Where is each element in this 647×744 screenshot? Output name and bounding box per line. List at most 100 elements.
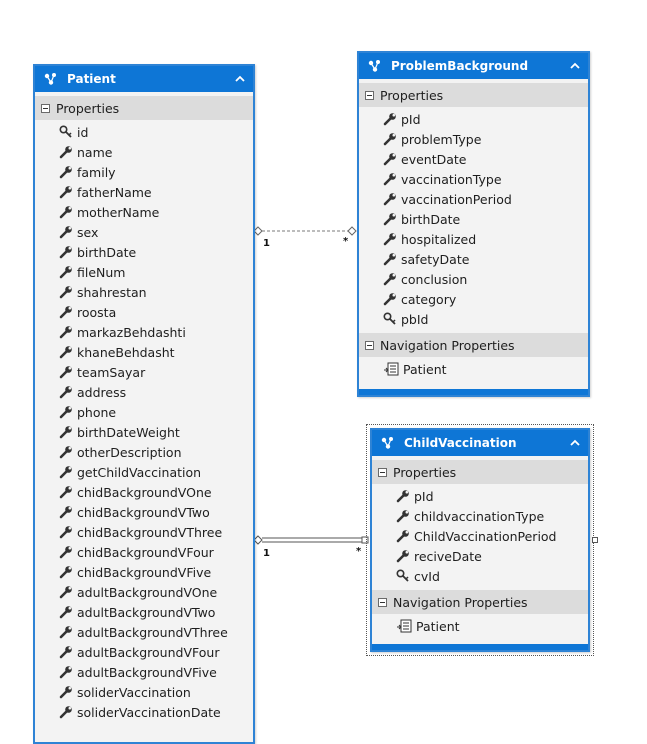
property-item[interactable]: soliderVaccinationDate xyxy=(35,702,253,722)
property-item[interactable]: chidBackgroundVFive xyxy=(35,562,253,582)
navigation-section-header[interactable]: Navigation Properties xyxy=(372,590,588,614)
collapse-chevron-icon[interactable] xyxy=(570,439,580,447)
property-item[interactable]: problemType xyxy=(359,129,588,149)
property-list: pId problemType eventDate vaccinationType va… xyxy=(359,107,588,329)
wrench-icon xyxy=(383,213,396,226)
key-property-item[interactable]: cvId xyxy=(372,566,588,586)
property-item[interactable]: fatherName xyxy=(35,182,253,202)
property-name: reciveDate xyxy=(414,548,482,564)
wrench-icon xyxy=(59,446,72,459)
property-item[interactable]: adultBackgroundVTwo xyxy=(35,602,253,622)
property-name: vaccinationType xyxy=(401,171,502,187)
property-item[interactable]: conclusion xyxy=(359,269,588,289)
property-item[interactable]: hospitalized xyxy=(359,229,588,249)
collapse-toggle-icon[interactable] xyxy=(365,90,374,100)
property-item[interactable]: safetyDate xyxy=(359,249,588,269)
wrench-icon xyxy=(59,266,72,279)
property-item[interactable]: reciveDate xyxy=(372,546,588,566)
collapse-toggle-icon[interactable] xyxy=(365,340,374,350)
wrench-icon xyxy=(59,226,72,239)
wrench-icon xyxy=(59,706,72,719)
wrench-icon xyxy=(59,466,72,479)
navigation-section-header[interactable]: Navigation Properties xyxy=(359,333,588,357)
property-name: otherDescription xyxy=(77,444,182,460)
property-item[interactable]: pId xyxy=(372,486,588,506)
key-property-item[interactable]: pbId xyxy=(359,309,588,329)
property-item[interactable]: otherDescription xyxy=(35,442,253,462)
property-name: fatherName xyxy=(77,184,152,200)
property-item[interactable]: chidBackgroundVFour xyxy=(35,542,253,562)
property-item[interactable]: fileNum xyxy=(35,262,253,282)
property-item[interactable]: soliderVaccination xyxy=(35,682,253,702)
property-item[interactable]: adultBackgroundVFour xyxy=(35,642,253,662)
entity-header[interactable]: ProblemBackground xyxy=(359,53,588,79)
key-property-icon xyxy=(59,125,72,138)
property-item[interactable]: birthDateWeight xyxy=(35,422,253,442)
wrench-icon xyxy=(383,173,396,186)
property-name: family xyxy=(77,164,116,180)
entity-title: Patient xyxy=(67,72,116,86)
wrench-icon xyxy=(59,686,72,699)
property-item[interactable]: ChildVaccinationPeriod xyxy=(372,526,588,546)
collapse-toggle-icon[interactable] xyxy=(378,597,387,607)
wrench-icon xyxy=(396,490,409,503)
property-item[interactable]: adultBackgroundVOne xyxy=(35,582,253,602)
property-item[interactable]: birthDate xyxy=(35,242,253,262)
property-item[interactable]: roosta xyxy=(35,302,253,322)
property-item[interactable]: sex xyxy=(35,222,253,242)
wrench-icon xyxy=(59,286,72,299)
resize-handle[interactable] xyxy=(592,537,598,543)
property-name: address xyxy=(77,384,127,400)
property-item[interactable]: adultBackgroundVFive xyxy=(35,662,253,682)
property-item[interactable]: pId xyxy=(359,109,588,129)
property-item[interactable]: khaneBehdasht xyxy=(35,342,253,362)
properties-section-header[interactable]: Properties xyxy=(359,83,588,107)
entity-header[interactable]: ChildVaccination xyxy=(372,430,588,456)
wrench-icon xyxy=(59,646,72,659)
property-item[interactable]: vaccinationType xyxy=(359,169,588,189)
navigation-list: Patient xyxy=(372,614,588,636)
key-property-icon xyxy=(396,569,409,582)
property-name: chidBackgroundVFive xyxy=(77,564,212,580)
entity-patient[interactable]: Patient Properties id name family fatherNam… xyxy=(33,64,255,744)
property-name: markazBehdashti xyxy=(77,324,186,340)
navigation-property-item[interactable]: Patient xyxy=(372,616,588,636)
collapse-chevron-icon[interactable] xyxy=(570,62,580,70)
property-item[interactable]: phone xyxy=(35,402,253,422)
property-item[interactable]: address xyxy=(35,382,253,402)
navigation-property-item[interactable]: Patient xyxy=(359,359,588,379)
property-name: phone xyxy=(77,404,117,420)
property-item[interactable]: eventDate xyxy=(359,149,588,169)
property-item[interactable]: getChildVaccination xyxy=(35,462,253,482)
property-item[interactable]: family xyxy=(35,162,253,182)
property-item[interactable]: adultBackgroundVThree xyxy=(35,622,253,642)
property-item[interactable]: shahrestan xyxy=(35,282,253,302)
property-name: birthDate xyxy=(77,244,137,260)
wrench-icon xyxy=(59,326,72,339)
entity-footer xyxy=(359,389,588,395)
collapse-toggle-icon[interactable] xyxy=(378,467,387,477)
properties-section-header[interactable]: Properties xyxy=(35,96,253,120)
property-item[interactable]: markazBehdashti xyxy=(35,322,253,342)
property-item[interactable]: childvaccinationType xyxy=(372,506,588,526)
entity-child-vaccination[interactable]: ChildVaccination Properties pId childvacc… xyxy=(370,428,590,652)
entity-header[interactable]: Patient xyxy=(35,66,253,92)
wrench-icon xyxy=(59,566,72,579)
properties-section-header[interactable]: Properties xyxy=(372,460,588,484)
property-item[interactable]: chidBackgroundVOne xyxy=(35,482,253,502)
property-item[interactable]: chidBackgroundVThree xyxy=(35,522,253,542)
property-item[interactable]: teamSayar xyxy=(35,362,253,382)
property-item[interactable]: birthDate xyxy=(359,209,588,229)
property-name: pId xyxy=(414,488,434,504)
key-property-item[interactable]: id xyxy=(35,122,253,142)
collapse-toggle-icon[interactable] xyxy=(41,103,50,113)
property-item[interactable]: name xyxy=(35,142,253,162)
property-item[interactable]: motherName xyxy=(35,202,253,222)
multiplicity-label: 1 xyxy=(263,238,270,249)
property-item[interactable]: category xyxy=(359,289,588,309)
entity-problem-background[interactable]: ProblemBackground Properties pId problemT… xyxy=(357,51,590,397)
collapse-chevron-icon[interactable] xyxy=(235,75,245,83)
property-item[interactable]: chidBackgroundVTwo xyxy=(35,502,253,522)
property-item[interactable]: vaccinationPeriod xyxy=(359,189,588,209)
property-name: sex xyxy=(77,224,99,240)
